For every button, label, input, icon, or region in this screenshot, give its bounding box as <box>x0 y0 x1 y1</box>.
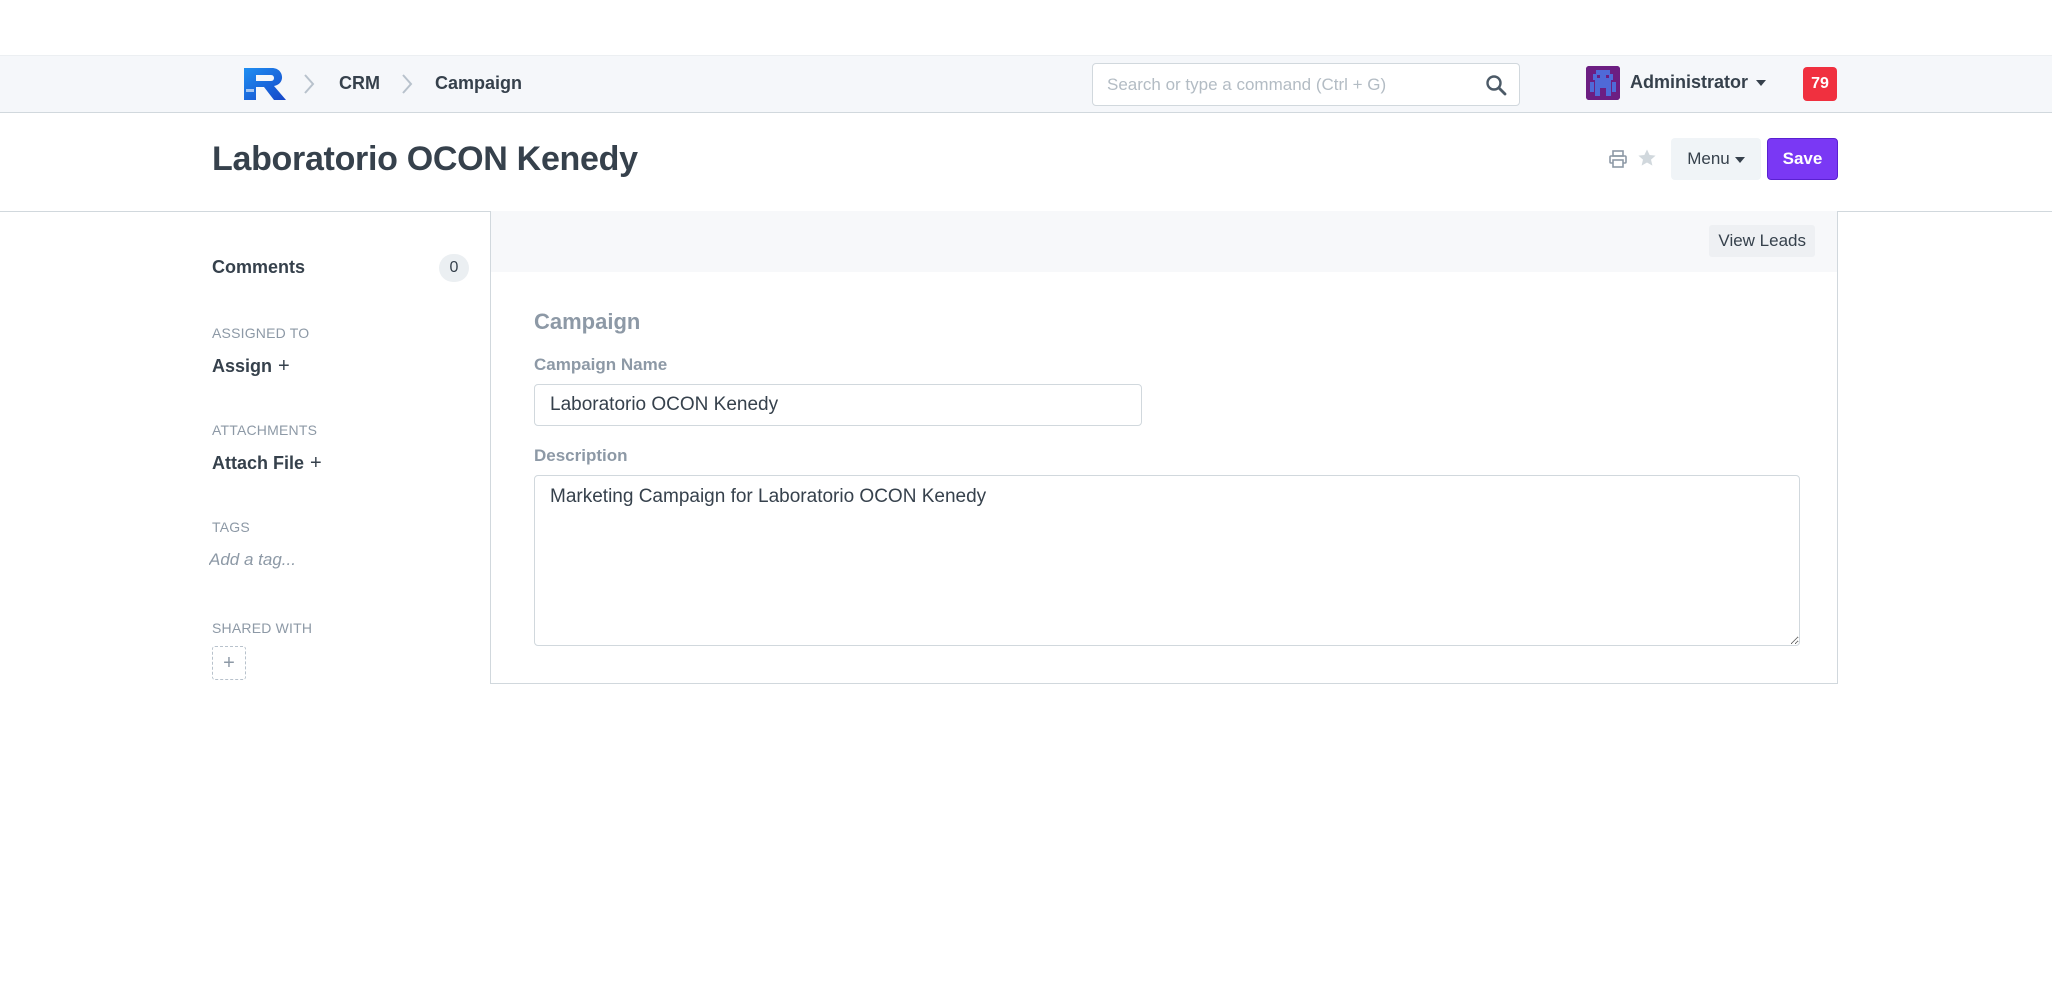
shared-with-heading: SHARED WITH <box>212 620 313 636</box>
menu-button-label: Menu <box>1687 149 1730 168</box>
save-button[interactable]: Save <box>1767 138 1838 180</box>
tags-heading: TAGS <box>212 519 250 535</box>
user-menu[interactable]: Administrator <box>1630 72 1767 93</box>
navbar: CRM Campaign Administrator 79 <box>0 55 2052 113</box>
plus-icon: + <box>278 355 290 377</box>
breadcrumb-campaign[interactable]: Campaign <box>435 73 522 94</box>
assign-button[interactable]: Assign + <box>212 355 290 378</box>
caret-down-icon <box>1734 156 1745 163</box>
plus-icon: + <box>310 452 322 474</box>
user-avatar[interactable] <box>1586 66 1620 100</box>
menu-button[interactable]: Menu <box>1671 138 1761 180</box>
description-textarea[interactable]: Marketing Campaign for Laboratorio OCON … <box>534 475 1800 646</box>
search-input[interactable] <box>1093 64 1473 105</box>
campaign-name-label: Campaign Name <box>534 355 668 374</box>
page-title: Laboratorio OCON Kenedy <box>212 140 638 178</box>
print-icon[interactable] <box>1608 149 1628 169</box>
attachments-heading: ATTACHMENTS <box>212 422 318 438</box>
user-name: Administrator <box>1630 72 1749 92</box>
comments-count-badge: 0 <box>439 254 469 282</box>
section-title: Campaign <box>534 309 641 334</box>
app-logo[interactable] <box>242 66 288 102</box>
view-leads-button[interactable]: View Leads <box>1709 225 1815 257</box>
notification-badge[interactable]: 79 <box>1803 67 1837 101</box>
attach-file-button[interactable]: Attach File + <box>212 452 322 475</box>
star-icon[interactable] <box>1637 148 1657 168</box>
search-icon[interactable] <box>1485 74 1507 96</box>
assign-label: Assign <box>212 356 273 376</box>
chevron-right-icon <box>402 74 413 94</box>
search-box <box>1092 63 1520 106</box>
chevron-right-icon <box>304 74 315 94</box>
add-tag-input[interactable] <box>209 548 389 572</box>
share-add-button[interactable]: + <box>212 646 246 680</box>
assigned-to-heading: ASSIGNED TO <box>212 325 310 341</box>
form-toolbar: View Leads <box>491 211 1837 272</box>
caret-down-icon <box>1756 80 1767 87</box>
form-panel: View Leads Campaign Campaign Name Descri… <box>490 211 1838 684</box>
attach-file-label: Attach File <box>212 453 305 473</box>
description-label: Description <box>534 446 628 465</box>
campaign-name-input[interactable] <box>534 384 1142 426</box>
comments-link[interactable]: Comments <box>212 257 305 278</box>
breadcrumb-crm[interactable]: CRM <box>339 73 380 94</box>
